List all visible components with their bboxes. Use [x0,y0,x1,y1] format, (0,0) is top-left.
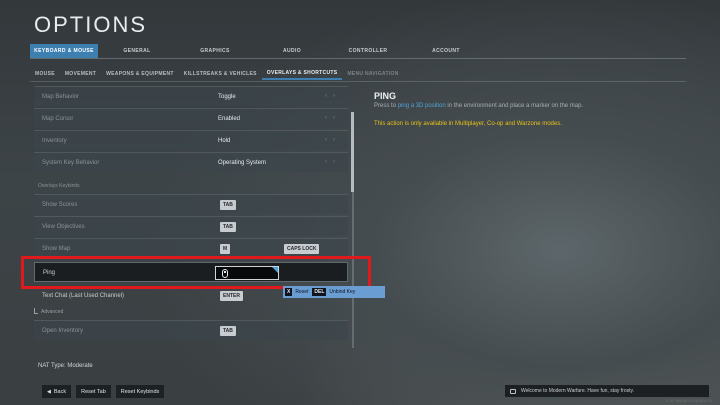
back-button[interactable]: ◀ Back [42,385,72,398]
setting-row-map-behavior[interactable]: Map Behavior Toggle ‹› [34,86,348,106]
scrollbar-thumb[interactable] [351,112,354,192]
tab-general[interactable]: GENERAL [98,44,176,58]
advanced-label: Advanced [41,309,64,315]
key-badge-secondary[interactable]: CAPS LOCK [284,244,320,254]
subtab-movement[interactable]: MOVEMENT [60,68,101,80]
sub-tabs: MOUSE MOVEMENT WEAPONS & EQUIPMENT KILLS… [30,68,404,80]
welcome-message: Welcome to Modern Warfare. Have fun, sta… [521,388,635,394]
chat-icon [510,388,516,394]
desc-text: Press to [374,103,398,109]
keybind-row-show-map[interactable]: Show Map M CAPS LOCK [34,238,348,258]
keybind-row-view-objectives[interactable]: View Objectives TAB [34,216,348,236]
tab-account[interactable]: ACCOUNT [406,44,486,58]
setting-label: Inventory [42,138,67,144]
keybind-label: Text Chat (Last Used Channel) [42,293,125,299]
page-title: OPTIONS [34,12,148,37]
setting-label: Map Behavior [42,94,80,100]
subtab-weapons-equipment[interactable]: WEAPONS & EQUIPMENT [101,68,179,80]
arrow-left-right-icon[interactable]: ‹› [325,93,341,99]
version-text: 8.18.7909261 [1.6.6] 80:4 1.0 [666,399,712,403]
detail-note: This action is only available in Multipl… [374,121,562,127]
section-label-overlays-keybinds: Overlays Keybinds [38,183,80,189]
reset-tab-button[interactable]: Reset Tab [76,385,111,398]
setting-label: Map Cursor [42,116,74,122]
back-label: Back [53,388,67,395]
keybind-label: Open Inventory [42,328,84,334]
bottom-bar: ◀ Back Reset Tab Reset Keybinds [42,385,165,398]
detail-title: PING [374,91,397,101]
subtabs-divider [30,81,686,82]
detail-description: Press to ping a 3D position in the envir… [374,103,583,109]
subtab-mouse[interactable]: MOUSE [30,68,60,80]
back-arrow-icon: ◀ [47,388,51,395]
tab-graphics[interactable]: GRAPHICS [176,44,254,58]
unbind-key-badge: DEL [312,288,327,296]
tab-controller[interactable]: CONTROLLER [330,44,406,58]
setting-value: Operating System [218,160,267,166]
key-badge[interactable]: TAB [220,222,236,232]
arrow-left-right-icon[interactable]: ‹› [325,115,341,121]
key-badge[interactable]: ENTER [220,291,243,301]
desc-text-end: in the environment and place a marker on… [445,103,584,109]
key-badge[interactable]: TAB [220,326,236,336]
tab-keyboard-mouse[interactable]: KEYBOARD & MOUSE [30,44,98,58]
desc-link[interactable]: ping a 3D position [398,103,446,109]
arrow-left-right-icon[interactable]: ‹› [325,159,341,165]
setting-row-map-cursor[interactable]: Map Cursor Enabled ‹› [34,108,348,128]
tabs-divider [30,58,686,59]
keybind-label: Show Scores [42,202,78,208]
tree-branch-icon [34,308,38,314]
setting-value: Enabled [218,116,241,122]
setting-label: System Key Behavior [42,160,100,166]
subtab-overlays-shortcuts[interactable]: OVERLAYS & SHORTCUTS [261,68,343,80]
key-badge[interactable]: M [220,244,231,254]
subtab-menu-navigation[interactable]: MENU NAVIGATION [342,68,403,80]
reset-label: Reset [295,289,309,295]
nat-type: NAT Type: Moderate [38,363,93,369]
reset-keybinds-button[interactable]: Reset Keybinds [115,385,165,398]
keybind-tooltip: X Reset DEL Unbind Key [283,286,385,298]
keybind-row-open-inventory[interactable]: Open Inventory TAB [34,320,348,340]
keybind-label: Show Map [42,246,71,252]
highlight-box [21,256,371,289]
tab-audio[interactable]: AUDIO [254,44,330,58]
advanced-toggle[interactable]: Advanced [34,308,63,315]
setting-value: Hold [218,138,231,144]
setting-value: Toggle [218,94,236,100]
key-badge[interactable]: TAB [220,200,236,210]
setting-row-inventory[interactable]: Inventory Hold ‹› [34,130,348,150]
subtab-killstreaks-vehicles[interactable]: KILLSTREAKS & VEHICLES [179,68,262,80]
unbind-label: Unbind Key [329,289,356,295]
arrow-left-right-icon[interactable]: ‹› [325,137,341,143]
keybind-label: View Objectives [42,224,85,230]
keybind-row-show-scores[interactable]: Show Scores TAB [34,194,348,214]
welcome-banner: Welcome to Modern Warfare. Have fun, sta… [505,385,709,397]
setting-row-system-key-behavior[interactable]: System Key Behavior Operating System ‹› [34,152,348,172]
main-tabs: KEYBOARD & MOUSE GENERAL GRAPHICS AUDIO … [30,44,486,58]
reset-key-badge: X [285,288,293,296]
